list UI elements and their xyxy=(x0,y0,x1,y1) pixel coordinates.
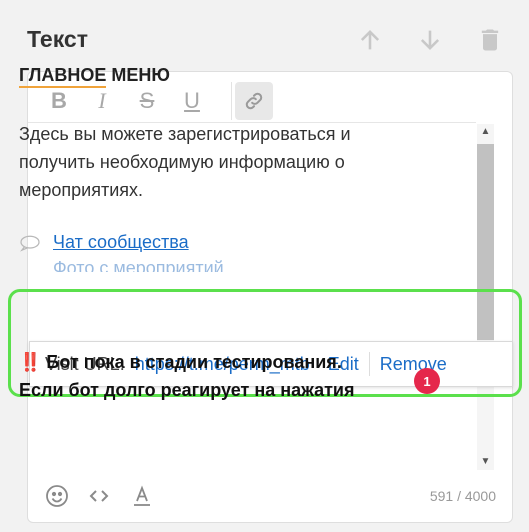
community-chat-link[interactable]: Чат сообщества xyxy=(53,232,189,253)
speech-bubble-icon xyxy=(19,234,43,252)
intro-paragraph: Здесь вы можете зарегистрироваться и пол… xyxy=(19,124,351,200)
community-link-line: Чат сообщества xyxy=(19,232,189,253)
heading-rest: МЕНЮ xyxy=(106,65,170,85)
underline-button[interactable]: U xyxy=(173,82,211,120)
text-color-icon[interactable] xyxy=(129,483,155,509)
menu-heading: ГЛАВНОЕ МЕНЮ xyxy=(19,65,170,88)
scroll-up-arrow[interactable]: ▲ xyxy=(477,126,494,142)
arrow-down-icon[interactable] xyxy=(416,26,444,54)
character-counter: 591 / 4000 xyxy=(429,488,496,504)
trash-icon[interactable] xyxy=(476,26,504,54)
notification-badge: 1 xyxy=(414,368,440,394)
panel-title: Текст xyxy=(27,26,88,52)
code-icon[interactable] xyxy=(86,483,112,509)
heading-underlined: ГЛАВНОЕ xyxy=(19,65,107,88)
link-button[interactable] xyxy=(235,82,273,120)
toolbar-divider xyxy=(231,82,232,120)
testing-note: ‼️ Бот пока в стадии тестирования. Если … xyxy=(19,348,419,404)
testing-note-line-2: Если бот долго реагирует на нажатия xyxy=(19,380,355,400)
testing-note-line-1: ‼️ Бот пока в стадии тестирования. xyxy=(19,352,342,372)
photos-link-partial[interactable]: Фото с мероприятий xyxy=(53,258,224,272)
arrow-up-icon[interactable] xyxy=(356,26,384,54)
scroll-down-arrow[interactable]: ▼ xyxy=(477,456,494,472)
strikethrough-button[interactable]: S xyxy=(128,82,166,120)
link-icon xyxy=(243,90,265,112)
emoji-icon[interactable] xyxy=(44,483,70,509)
